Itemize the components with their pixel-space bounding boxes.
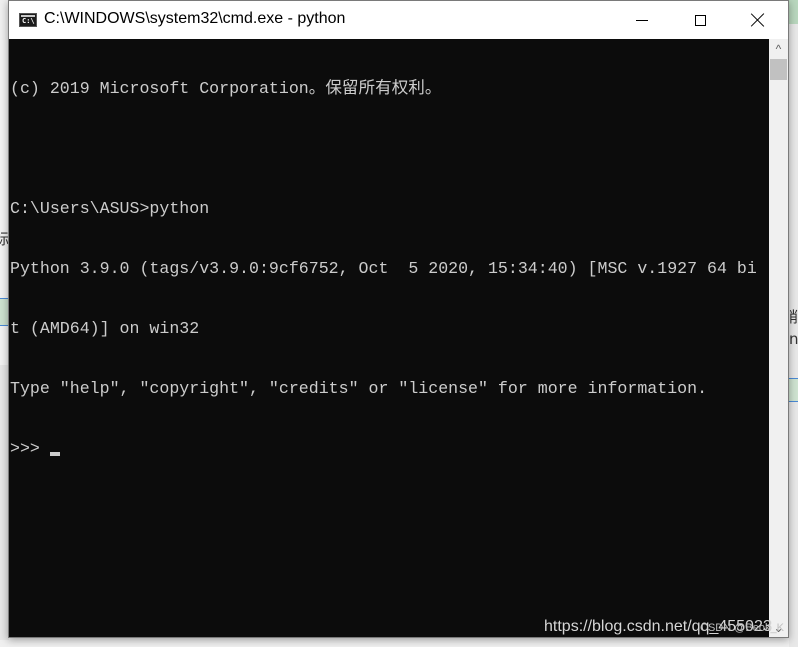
minimize-icon <box>636 19 648 21</box>
console-line: Python 3.9.0 (tags/v3.9.0:9cf6752, Oct 5… <box>10 259 757 278</box>
background-highlight <box>789 378 798 402</box>
close-icon <box>751 13 765 27</box>
window-title: C:\WINDOWS\system32\cmd.exe - python <box>44 10 346 27</box>
chevron-up-icon: ^ <box>775 41 782 56</box>
prompt-line[interactable]: >>> <box>10 439 769 459</box>
cmd-window[interactable]: C:\ C:\WINDOWS\system32\cmd.exe - python… <box>8 0 789 638</box>
scroll-thumb[interactable] <box>770 59 787 80</box>
console-icon[interactable]: C:\ <box>19 13 37 27</box>
maximize-icon <box>694 14 706 26</box>
console-line: t (AMD64)] on win32 <box>10 319 200 338</box>
console-line: Type "help", "copyright", "credits" or "… <box>10 379 708 398</box>
background-highlight <box>789 0 798 24</box>
close-button[interactable] <box>729 1 787 39</box>
console-line: (c) 2019 Microsoft Corporation。保留所有权利。 <box>10 79 442 98</box>
console-line: C:\Users\ASUS>python <box>10 199 210 218</box>
vertical-scrollbar[interactable]: ^ ⌄ <box>769 39 788 637</box>
background-text: ne <box>789 330 798 348</box>
console-output[interactable]: (c) 2019 Microsoft Corporation。保留所有权利。 C… <box>9 39 769 637</box>
python-prompt: >>> <box>10 439 50 458</box>
scroll-up-button[interactable]: ^ <box>769 39 788 58</box>
title-bar[interactable]: C:\ C:\WINDOWS\system32\cmd.exe - python <box>9 1 788 39</box>
text-cursor <box>49 452 60 456</box>
maximize-button[interactable] <box>671 1 729 39</box>
background-text: 削 <box>789 308 798 326</box>
watermark-credit: CSDN @Beok_K <box>700 622 784 634</box>
minimize-button[interactable] <box>613 1 671 39</box>
